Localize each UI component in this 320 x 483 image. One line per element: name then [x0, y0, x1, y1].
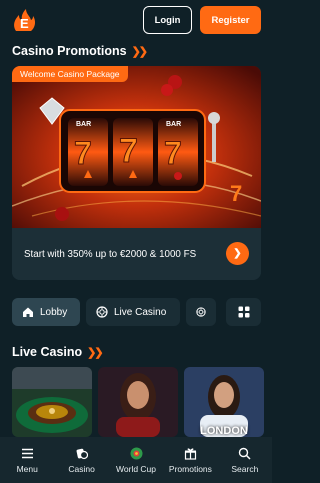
svg-text:7: 7 [119, 132, 138, 170]
tile-label: LONDON [200, 425, 248, 437]
nav-label: Search [231, 463, 259, 474]
nav-menu[interactable]: Menu [0, 437, 54, 483]
nav-world-cup[interactable]: World Cup [109, 437, 163, 483]
tab-live-casino[interactable]: Live Casino [86, 298, 180, 326]
slot-machine-image: BAR BAR 7 7 7 7 [12, 66, 261, 228]
promo-text: Start with 350% up to €2000 & 1000 FS [24, 248, 197, 260]
bottom-nav: Menu Casino World Cup Promotions Search [0, 437, 272, 483]
promotions-title: Casino Promotions [12, 44, 127, 58]
flame-e-logo[interactable]: E [10, 7, 38, 35]
football-icon [130, 447, 143, 459]
svg-text:E: E [20, 16, 29, 31]
gift-icon [184, 447, 197, 460]
live-tile-dealer[interactable] [98, 367, 178, 437]
login-button[interactable]: Login [143, 6, 192, 34]
live-tile-london[interactable]: LONDON [184, 367, 264, 437]
svg-text:7: 7 [230, 181, 242, 206]
live-casino-heading[interactable]: Live Casino ❯❯ [12, 345, 104, 359]
promo-badge: Welcome Casino Package [12, 66, 128, 82]
promotions-heading[interactable]: Casino Promotions ❯❯ [12, 44, 149, 58]
chip-icon [96, 306, 108, 318]
promo-footer: Start with 350% up to €2000 & 1000 FS ❯ [12, 228, 261, 280]
tab-label: Live Casino [114, 306, 167, 318]
promo-card[interactable]: BAR BAR 7 7 7 7 Welcome Casino Package S… [12, 66, 261, 280]
chip-icon [196, 307, 206, 317]
nav-label: Menu [16, 463, 38, 474]
roulette-image [12, 367, 92, 437]
live-casino-title: Live Casino [12, 345, 83, 359]
nav-search[interactable]: Search [218, 437, 272, 483]
nav-label: World Cup [116, 463, 157, 474]
tab-more[interactable] [186, 298, 216, 326]
grid-view-button[interactable] [226, 298, 261, 326]
category-tabs: Lobby Live Casino [12, 298, 261, 326]
chevrons-right-icon: ❯❯ [87, 346, 104, 359]
nav-label: Casino [68, 463, 95, 474]
tab-lobby[interactable]: Lobby [12, 298, 80, 326]
menu-icon [21, 448, 33, 458]
search-icon [239, 447, 251, 460]
chevrons-right-icon: ❯❯ [131, 45, 149, 58]
svg-text:7: 7 [74, 135, 92, 171]
tab-label: Lobby [40, 306, 68, 318]
svg-text:BAR: BAR [166, 121, 181, 128]
nav-casino[interactable]: Casino [54, 437, 108, 483]
home-icon [23, 307, 33, 317]
dealer-image [98, 367, 178, 437]
live-tile-roulette[interactable] [12, 367, 92, 437]
nav-promotions[interactable]: Promotions [163, 437, 217, 483]
chevron-right-icon: ❯ [233, 248, 242, 259]
promo-arrow-button[interactable]: ❯ [226, 242, 249, 265]
grid-icon [238, 306, 249, 318]
register-button[interactable]: Register [200, 6, 261, 34]
svg-text:7: 7 [164, 135, 182, 171]
nav-label: Promotions [168, 463, 212, 474]
live-casino-row: LONDON [12, 367, 272, 437]
casino-chips-icon [76, 448, 89, 459]
svg-text:BAR: BAR [76, 121, 91, 128]
